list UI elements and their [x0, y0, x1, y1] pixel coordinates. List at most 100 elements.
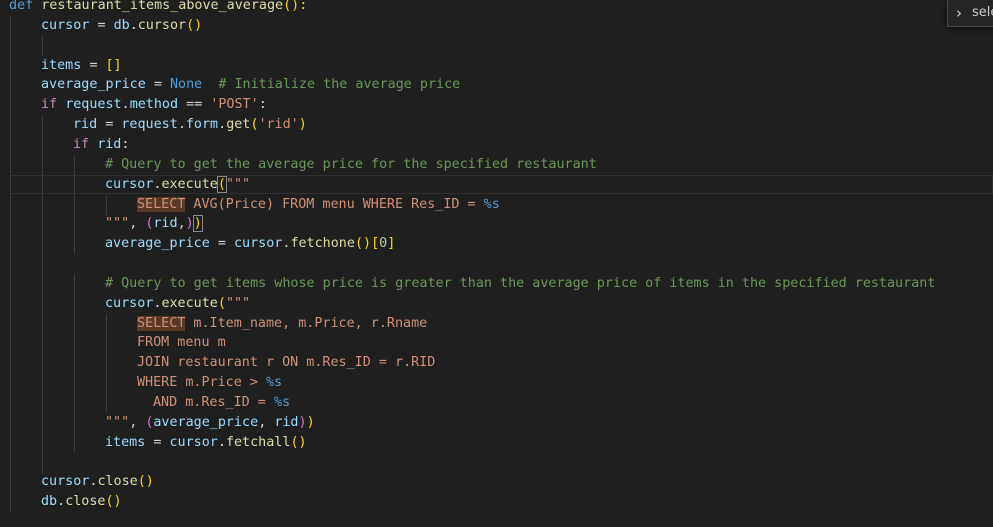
- find-widget[interactable]: › sele: [947, 0, 993, 27]
- indent-guide: [10, 333, 11, 354]
- code-line[interactable]: cursor.execute(""": [0, 293, 993, 314]
- indent-guide: [106, 194, 107, 215]
- code-token: """: [105, 216, 130, 232]
- code-token: .: [129, 17, 138, 33]
- indent-guide: [106, 313, 107, 334]
- code-token: 'POST': [210, 97, 259, 113]
- code-token: =: [145, 434, 170, 450]
- indent-guide: [10, 432, 11, 453]
- code-line[interactable]: SELECT m.Item_name, m.Price, r.Rname: [0, 313, 993, 334]
- code-token: .: [177, 117, 186, 133]
- code-token: request: [121, 117, 178, 133]
- code-line[interactable]: items = []: [0, 55, 993, 76]
- code-line[interactable]: """, (rid,)): [0, 214, 993, 235]
- code-token: # Query to get items whose price is grea…: [105, 275, 936, 291]
- code-token: .: [217, 434, 226, 450]
- indent-guide: [74, 313, 75, 334]
- indent-guide: [106, 393, 107, 413]
- code-token: =: [89, 17, 114, 33]
- code-token: =: [81, 57, 106, 73]
- indent-guide: [10, 353, 11, 374]
- code-token: restaurant_items_above_average: [41, 0, 284, 13]
- chevron-right-icon[interactable]: ›: [950, 3, 968, 23]
- code-token: cursor: [105, 295, 154, 311]
- code-token: request: [65, 97, 122, 113]
- code-token: (: [217, 295, 226, 311]
- code-token: WHERE m.Price >: [137, 375, 266, 391]
- indent-guide: [42, 234, 43, 255]
- code-line[interactable]: """, (average_price, rid)): [0, 412, 993, 433]
- indent-guide: [10, 373, 11, 394]
- indent-guide: [42, 373, 43, 394]
- code-token: ,: [258, 414, 275, 430]
- code-token: .: [57, 494, 66, 510]
- code-line[interactable]: rid = request.form.get('rid'): [0, 115, 993, 136]
- indent-guide: [10, 115, 11, 136]
- code-token: (): [290, 434, 307, 450]
- code-token: SELECT: [137, 315, 186, 331]
- code-token: ): [306, 414, 315, 430]
- code-line[interactable]: average_price = cursor.fetchone()[0]: [0, 234, 993, 255]
- code-token: JOIN restaurant r ON m.Res_ID = r.RID: [137, 355, 436, 371]
- code-text: average_price = None # Initialize the av…: [41, 75, 460, 95]
- code-line[interactable]: average_price = None # Initialize the av…: [0, 75, 993, 96]
- indent-guide: [42, 393, 43, 413]
- find-input[interactable]: sele: [972, 3, 993, 23]
- code-line[interactable]: # Query to get items whose price is grea…: [0, 273, 993, 294]
- code-token: ==: [178, 97, 211, 113]
- code-line[interactable]: WHERE m.Price > %s: [0, 373, 993, 394]
- code-token: =: [209, 236, 234, 252]
- code-text: cursor.close(): [41, 472, 154, 492]
- code-token: ): [298, 117, 307, 133]
- indent-guide: [10, 15, 11, 36]
- indent-guide: [42, 432, 43, 453]
- code-line[interactable]: if rid:: [0, 134, 993, 155]
- code-line[interactable]: [0, 452, 993, 473]
- code-token: SELECT: [137, 196, 186, 212]
- code-token: if: [73, 136, 90, 152]
- code-token: cursor: [169, 434, 218, 450]
- indent-guide: [74, 273, 75, 294]
- indent-guide: [74, 353, 75, 374]
- code-token: def: [9, 0, 34, 13]
- code-line[interactable]: cursor = db.cursor(): [0, 15, 993, 36]
- code-line[interactable]: if request.method == 'POST':: [0, 95, 993, 116]
- code-line[interactable]: JOIN restaurant r ON m.Res_ID = r.RID: [0, 353, 993, 374]
- code-text: SELECT m.Item_name, m.Price, r.Rname: [137, 314, 427, 334]
- code-text: WHERE m.Price > %s: [137, 373, 282, 393]
- code-editor[interactable]: def restaurant_items_above_average(): cur…: [0, 0, 993, 527]
- code-line[interactable]: [0, 35, 993, 56]
- indent-guide: [74, 373, 75, 394]
- code-token: rid: [97, 136, 122, 152]
- code-text: rid = request.form.get('rid'): [73, 115, 307, 135]
- indent-guide: [42, 353, 43, 374]
- indent-guide: [10, 492, 11, 513]
- indent-guide: [10, 393, 11, 413]
- indent-guide: [42, 35, 43, 56]
- code-token: rid: [73, 117, 98, 133]
- code-line[interactable]: cursor.close(): [0, 472, 993, 493]
- code-token: (): [186, 17, 203, 33]
- indent-guide: [42, 254, 43, 275]
- code-token: 0: [379, 236, 388, 252]
- code-line[interactable]: def restaurant_items_above_average():: [0, 0, 993, 16]
- code-line[interactable]: AND m.Res_ID = %s: [0, 393, 993, 413]
- code-token: =: [145, 77, 170, 93]
- code-token: close: [65, 494, 106, 510]
- code-token: FROM menu m: [137, 335, 226, 351]
- indent-guide: [74, 412, 75, 433]
- indent-guide: [10, 214, 11, 235]
- code-line[interactable]: cursor.execute(""": [0, 174, 993, 195]
- code-line[interactable]: SELECT AVG(Price) FROM menu WHERE Res_ID…: [0, 194, 993, 215]
- indent-guide: [42, 214, 43, 235]
- code-line[interactable]: # Query to get the average price for the…: [0, 154, 993, 175]
- code-line[interactable]: db.close(): [0, 492, 993, 513]
- code-text: if rid:: [73, 135, 129, 155]
- code-text: """, (rid,)): [105, 214, 203, 234]
- code-token: ,: [177, 216, 186, 232]
- code-line[interactable]: items = cursor.fetchall(): [0, 432, 993, 453]
- code-line[interactable]: [0, 254, 993, 275]
- code-line[interactable]: FROM menu m: [0, 333, 993, 354]
